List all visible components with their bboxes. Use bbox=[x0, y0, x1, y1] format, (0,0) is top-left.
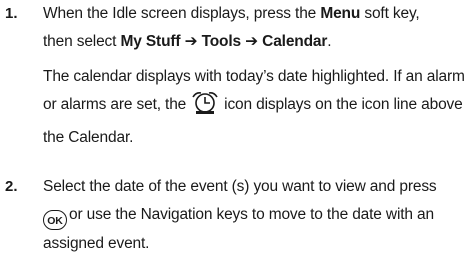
text-run: . bbox=[327, 32, 332, 50]
alarm-clock-icon bbox=[188, 91, 222, 125]
text-run: or use the Navigation keys to move to th… bbox=[43, 205, 434, 252]
menu-key-label: Menu bbox=[320, 5, 361, 22]
text-run: soft key, bbox=[360, 5, 420, 22]
menu-path: My Stuff ➔ Tools ➔ Calendar bbox=[120, 32, 328, 50]
step-instruction: When the Idle screen displays, press the… bbox=[43, 0, 471, 55]
step-number: 2. bbox=[5, 178, 18, 195]
step-number: 1. bbox=[5, 5, 18, 22]
manual-page: 1. When the Idle screen displays, press … bbox=[0, 0, 473, 255]
text-run: When the Idle screen displays, press the bbox=[43, 5, 321, 22]
text-run: then select bbox=[43, 32, 121, 50]
step-body: When the Idle screen displays, press the… bbox=[43, 0, 471, 152]
step-instruction: Select the date of the event (s) you wan… bbox=[43, 173, 471, 257]
step-body: Select the date of the event (s) you wan… bbox=[43, 173, 471, 257]
ok-key-icon: OK bbox=[43, 209, 67, 230]
step-note: The calendar displays with today’s date … bbox=[43, 63, 471, 152]
text-run: Select the date of the event (s) you wan… bbox=[43, 178, 437, 195]
